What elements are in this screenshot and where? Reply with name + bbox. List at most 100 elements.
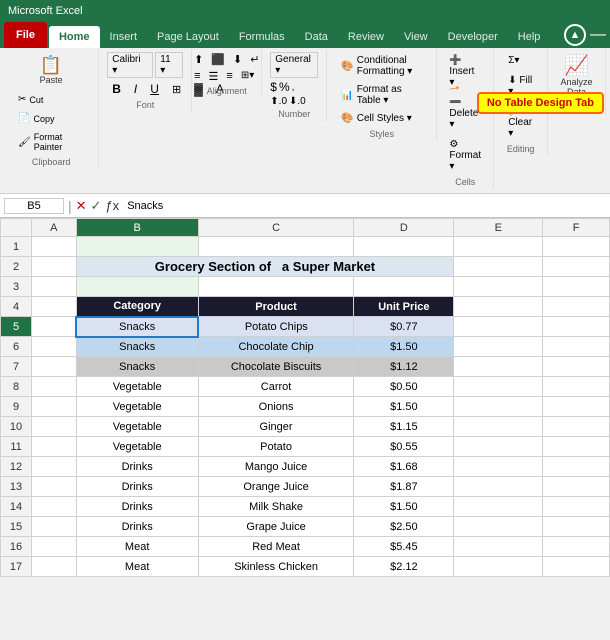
cell-E16[interactable]: [454, 537, 543, 557]
row-header-4[interactable]: 4: [1, 297, 32, 317]
row-header-8[interactable]: 8: [1, 377, 32, 397]
cell-B4-header[interactable]: Category: [76, 297, 198, 317]
cell-F3[interactable]: [543, 277, 610, 297]
cell-B13[interactable]: Drinks: [76, 477, 198, 497]
tab-data[interactable]: Data: [295, 26, 338, 48]
comma-button[interactable]: ,: [292, 82, 295, 93]
merge-button[interactable]: ⊞▾: [238, 69, 257, 84]
cell-C13[interactable]: Orange Juice: [198, 477, 354, 497]
cell-A1[interactable]: [32, 237, 76, 257]
cell-C12[interactable]: Mango Juice: [198, 457, 354, 477]
row-header-3[interactable]: 3: [1, 277, 32, 297]
cell-A3[interactable]: [32, 277, 76, 297]
tab-developer[interactable]: Developer: [438, 26, 508, 48]
confirm-formula-icon[interactable]: ✓: [91, 198, 102, 214]
row-header-17[interactable]: 17: [1, 557, 32, 577]
cell-F17[interactable]: [543, 557, 610, 577]
cell-A5[interactable]: [32, 317, 76, 337]
cell-F7[interactable]: [543, 357, 610, 377]
cell-D4-header[interactable]: Unit Price: [354, 297, 454, 317]
cell-B6[interactable]: Snacks: [76, 337, 198, 357]
increase-decimal-button[interactable]: ⬆.0: [270, 96, 287, 107]
cell-D6[interactable]: $1.50: [354, 337, 454, 357]
cell-D11[interactable]: $0.55: [354, 437, 454, 457]
cell-F4[interactable]: [543, 297, 610, 317]
row-header-11[interactable]: 11: [1, 437, 32, 457]
row-header-10[interactable]: 10: [1, 417, 32, 437]
row-header-16[interactable]: 16: [1, 537, 32, 557]
cell-A15[interactable]: [32, 517, 76, 537]
cell-F10[interactable]: [543, 417, 610, 437]
cell-F11[interactable]: [543, 437, 610, 457]
cell-C1[interactable]: [198, 237, 354, 257]
cell-B14[interactable]: Drinks: [76, 497, 198, 517]
cell-F12[interactable]: [543, 457, 610, 477]
cell-D1[interactable]: [354, 237, 454, 257]
cell-E15[interactable]: [454, 517, 543, 537]
cell-D13[interactable]: $1.87: [354, 477, 454, 497]
cell-D14[interactable]: $1.50: [354, 497, 454, 517]
cell-C11[interactable]: Potato: [198, 437, 354, 457]
cell-E2[interactable]: [454, 257, 543, 277]
cell-reference-input[interactable]: B5: [4, 198, 64, 214]
cell-B10[interactable]: Vegetable: [76, 417, 198, 437]
cell-C9[interactable]: Onions: [198, 397, 354, 417]
cell-E1[interactable]: [454, 237, 543, 257]
cell-D8[interactable]: $0.50: [354, 377, 454, 397]
number-format-dropdown[interactable]: General ▾: [270, 52, 318, 78]
cell-E10[interactable]: [454, 417, 543, 437]
cell-A8[interactable]: [32, 377, 76, 397]
row-header-2[interactable]: 2: [1, 257, 32, 277]
tab-insert[interactable]: Insert: [100, 26, 148, 48]
cell-B16[interactable]: Meat: [76, 537, 198, 557]
row-header-9[interactable]: 9: [1, 397, 32, 417]
align-left-button[interactable]: ≡: [191, 69, 203, 84]
cell-A12[interactable]: [32, 457, 76, 477]
cell-A14[interactable]: [32, 497, 76, 517]
cell-A9[interactable]: [32, 397, 76, 417]
cell-B12[interactable]: Drinks: [76, 457, 198, 477]
cell-C17[interactable]: Skinless Chicken: [198, 557, 354, 577]
row-header-15[interactable]: 15: [1, 517, 32, 537]
font-size-dropdown[interactable]: 11 ▾: [155, 52, 183, 78]
tab-formulas[interactable]: Formulas: [229, 26, 295, 48]
cell-E11[interactable]: [454, 437, 543, 457]
cell-D17[interactable]: $2.12: [354, 557, 454, 577]
cell-A17[interactable]: [32, 557, 76, 577]
cell-B9[interactable]: Vegetable: [76, 397, 198, 417]
cell-A10[interactable]: [32, 417, 76, 437]
wrap-text-button[interactable]: ↵: [247, 52, 262, 67]
paste-button[interactable]: 📋 Paste: [33, 52, 69, 89]
cell-A7[interactable]: [32, 357, 76, 377]
cell-A2[interactable]: [32, 257, 76, 277]
format-cells-button[interactable]: ⚙ Format ▾: [443, 136, 487, 175]
percent-button[interactable]: %: [279, 80, 290, 94]
cell-F5[interactable]: [543, 317, 610, 337]
col-header-B[interactable]: B: [76, 219, 198, 237]
align-bottom-button[interactable]: ⬇: [230, 52, 245, 67]
tab-review[interactable]: Review: [338, 26, 394, 48]
cell-E13[interactable]: [454, 477, 543, 497]
cell-E12[interactable]: [454, 457, 543, 477]
cell-E8[interactable]: [454, 377, 543, 397]
tab-help[interactable]: Help: [508, 26, 551, 48]
cell-D5[interactable]: $0.77: [354, 317, 454, 337]
tab-page-layout[interactable]: Page Layout: [147, 26, 229, 48]
align-middle-button[interactable]: ⬛: [208, 52, 228, 67]
cell-C10[interactable]: Ginger: [198, 417, 354, 437]
row-header-1[interactable]: 1: [1, 237, 32, 257]
cell-F2[interactable]: [543, 257, 610, 277]
cell-E6[interactable]: [454, 337, 543, 357]
cell-F14[interactable]: [543, 497, 610, 517]
bold-button[interactable]: B: [107, 80, 126, 98]
col-header-E[interactable]: E: [454, 219, 543, 237]
format-as-table-button[interactable]: 📊 Format as Table ▾: [335, 81, 428, 109]
cell-B1[interactable]: [76, 237, 198, 257]
cell-B2-title[interactable]: Grocery Section of a Super Market: [76, 257, 454, 277]
row-header-5[interactable]: 5: [1, 317, 32, 337]
minimize-icon[interactable]: —: [590, 26, 606, 44]
cell-A11[interactable]: [32, 437, 76, 457]
autosum-button[interactable]: Σ▾: [502, 52, 539, 69]
cell-F13[interactable]: [543, 477, 610, 497]
row-header-6[interactable]: 6: [1, 337, 32, 357]
